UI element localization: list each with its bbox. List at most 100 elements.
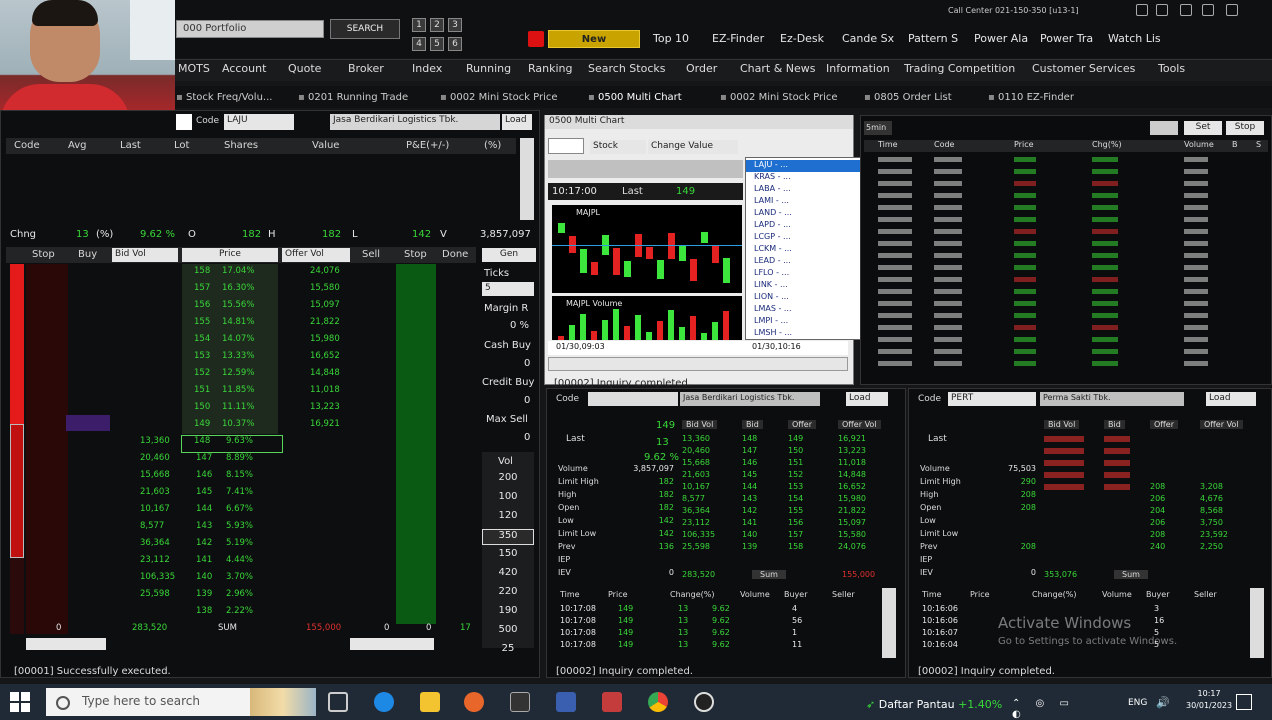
menu-index[interactable]: Index [412,62,442,75]
layout-button-5[interactable]: 5 [430,37,444,51]
running-set-button[interactable]: Set [1184,121,1222,135]
left-range-input[interactable] [26,638,106,650]
edge-icon[interactable] [374,692,394,712]
bid-row[interactable]: 20,460 147 8.89% [110,453,360,469]
vol-list-item[interactable]: 500 [482,624,534,640]
bid-row[interactable]: 23,112 141 4.44% [110,555,360,571]
tab-mini-stock-price-2[interactable]: 0002 Mini Stock Price [720,92,838,103]
summary-scrollbar[interactable] [520,138,534,220]
price-chart[interactable] [552,205,742,293]
running-tab-1[interactable]: 5min [864,121,892,135]
gen-button[interactable]: Gen [482,248,536,262]
lock-icon[interactable] [1156,4,1168,16]
load-button[interactable]: Load [502,114,532,130]
menu-search-stocks[interactable]: Search Stocks [588,62,665,75]
vol-list-item[interactable]: 190 [482,605,534,621]
language-indicator[interactable]: ENG [1128,698,1147,708]
tab-running-trade[interactable]: 0201 Running Trade [298,92,408,103]
offer-row[interactable]: 157 16.30% 15,580 [110,283,360,299]
layout-button-4[interactable]: 4 [412,37,426,51]
tab-multi-chart[interactable]: 0500 Multi Chart [588,92,682,103]
offer-row[interactable]: 149 10.37% 16,921 [110,419,360,435]
vol-list-item[interactable]: 150 [482,548,534,564]
tab-ez-finder[interactable]: 0110 EZ-Finder [988,92,1074,103]
maximize-icon[interactable] [1202,4,1214,16]
settings-icon[interactable] [1136,4,1148,16]
bid-row[interactable]: 15,668 146 8.15% [110,470,360,486]
bid-row[interactable]: 13,360 148 9.63% [140,435,283,453]
new-button[interactable]: New [548,30,640,48]
menu-running[interactable]: Running [466,62,511,75]
offer-row[interactable]: 153 13.33% 16,652 [110,351,360,367]
close-icon[interactable] [1226,4,1238,16]
offer-row[interactable]: 150 11.11% 13,223 [110,402,360,418]
price-select[interactable]: Price [182,248,278,262]
menu-top10[interactable]: Top 10 [653,32,689,45]
menu-ez-desk[interactable]: Ez-Desk [780,32,824,45]
bid-row[interactable]: 36,364 142 5.19% [110,538,360,554]
portfolio-select[interactable]: 000 Portfolio [176,20,324,38]
menu-tools[interactable]: Tools [1158,62,1185,75]
stock-select[interactable]: Stock [590,140,646,154]
tab-mini-stock-price[interactable]: 0002 Mini Stock Price [440,92,558,103]
vol-list-item[interactable]: 120 [482,510,534,526]
bid-row[interactable]: 21,603 145 7.41% [110,487,360,503]
menu-broker[interactable]: Broker [348,62,384,75]
menu-pattern-s[interactable]: Pattern S [908,32,958,45]
checkbox-icon[interactable] [176,114,192,130]
quote1-load-button[interactable]: Load [846,392,888,406]
menu-chart-news[interactable]: Chart & News [740,62,816,75]
vol-list-item[interactable]: 420 [482,567,534,583]
tab-order-list[interactable]: 0805 Order List [864,92,952,103]
quote1-trades-scrollbar[interactable] [882,588,896,658]
bid-vol-select[interactable]: Bid Vol [112,248,178,262]
chart-scrollbar[interactable] [548,357,848,371]
menu-power-tra[interactable]: Power Tra [1040,32,1093,45]
vol-list-item[interactable]: 25 [482,643,534,659]
tray-watchlist[interactable]: ➶ Daftar Pantau +1.40% [866,698,1002,711]
chart-toolbar-icons[interactable] [548,138,584,154]
change-value-select[interactable]: Change Value [648,140,738,154]
bid-row[interactable]: 10,167 144 6.67% [110,504,360,520]
bid-row[interactable]: 106,335 140 3.70% [110,572,360,588]
app-icon[interactable] [510,692,530,712]
firefox-icon[interactable] [464,692,484,712]
obs-icon[interactable] [694,692,714,712]
vol-list-item[interactable]: 220 [482,586,534,602]
volume-icon[interactable]: 🔊 [1156,696,1170,709]
menu-cande-sx[interactable]: Cande Sx [842,32,894,45]
layout-button-3[interactable]: 3 [448,18,462,32]
notification-icon[interactable] [1236,694,1252,710]
menu-quote[interactable]: Quote [288,62,321,75]
file-explorer-icon[interactable] [420,692,440,712]
alert-icon[interactable] [528,31,544,47]
bid-row[interactable]: 138 2.22% [110,606,360,622]
running-select[interactable] [1150,121,1178,135]
menu-information[interactable]: Information [826,62,890,75]
windows-start-icon[interactable] [10,692,30,712]
quote2-code-input[interactable]: PERT [948,392,1036,406]
chrome-icon[interactable] [648,692,668,712]
quote1-code-input[interactable] [588,392,678,406]
ticks-input[interactable]: 5 [482,282,534,296]
menu-watch-list[interactable]: Watch Lis [1108,32,1161,45]
vol-list-item[interactable]: 200 [482,472,534,488]
vol-list-item[interactable]: 350 [482,529,534,545]
vol-list-item[interactable]: 100 [482,491,534,507]
menu-mots[interactable]: MOTS [178,62,210,75]
tab-stock-freq[interactable]: Stock Freq/Volu... [176,92,272,103]
task-view-icon[interactable] [328,692,348,712]
menu-account[interactable]: Account [222,62,266,75]
layout-button-6[interactable]: 6 [448,37,462,51]
offer-row[interactable]: 156 15.56% 15,097 [110,300,360,316]
search-button[interactable]: SEARCH [330,19,400,39]
system-tray-icons[interactable]: ⌃ ◎ ▭ ◐ [1012,698,1092,720]
offer-row[interactable]: 151 11.85% 11,018 [110,385,360,401]
offer-row[interactable]: 152 12.59% 14,848 [110,368,360,384]
offer-row[interactable]: 158 17.04% 24,076 [110,266,360,282]
menu-trading-competition[interactable]: Trading Competition [904,62,1015,75]
document-icon[interactable] [602,692,622,712]
selected-buy-cell[interactable] [66,415,110,431]
menu-order[interactable]: Order [686,62,717,75]
menu-ez-finder[interactable]: EZ-Finder [712,32,764,45]
